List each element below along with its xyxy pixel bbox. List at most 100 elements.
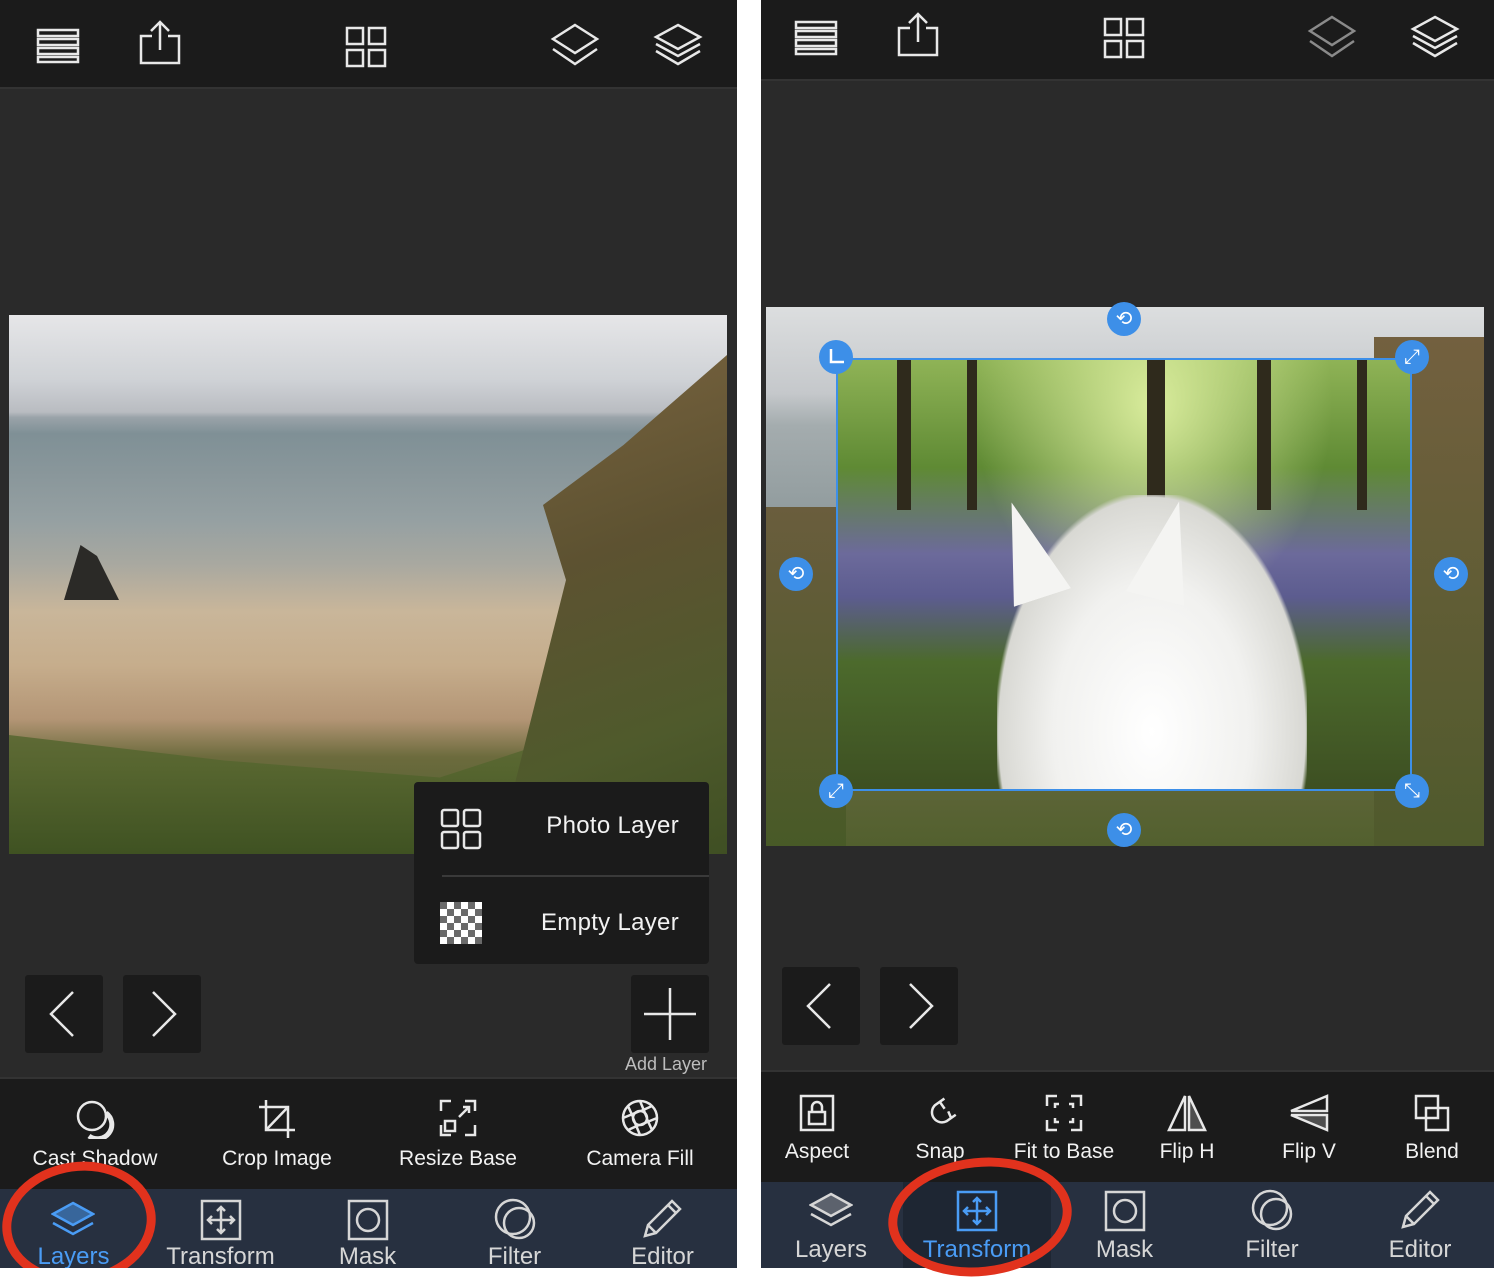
crop-icon (259, 1100, 295, 1138)
flip-v-label: Flip V (1282, 1140, 1336, 1163)
tab-label: Filter (1245, 1236, 1299, 1263)
plus-icon (644, 988, 696, 1040)
cast-shadow-icon (76, 1100, 115, 1139)
checkerboard-icon (440, 902, 482, 944)
rotate-handle-right[interactable]: ⟲ (1434, 557, 1468, 591)
base-photo-beach[interactable] (9, 315, 727, 854)
resize-handle-top-right[interactable]: ⤢ (1395, 340, 1429, 374)
tab-label: Transform (166, 1243, 275, 1268)
cast-shadow-tool[interactable]: Cast Shadow (10, 1097, 180, 1177)
filter-icon (494, 1198, 536, 1240)
chevron-left-icon (49, 991, 74, 1037)
photo-cliff (497, 355, 727, 854)
aspect-label: Aspect (784, 1140, 850, 1163)
tab-filter[interactable]: Filter (1198, 1182, 1346, 1268)
tab-label: Mask (338, 1243, 397, 1268)
left-screen: Photo Layer Empty Layer Add Layer Cast S… (0, 0, 737, 1268)
flip-h-icon (1167, 1095, 1207, 1132)
previous-button[interactable] (25, 975, 103, 1053)
tab-label: Editor (631, 1243, 694, 1268)
tab-label: Layers (794, 1236, 868, 1263)
flip-h-label: Flip H (1159, 1140, 1215, 1163)
photo-layer-label: Photo Layer (546, 812, 679, 839)
pencil-icon (1401, 1190, 1440, 1229)
flip-v-icon (1290, 1094, 1329, 1132)
add-layer-menu: Photo Layer Empty Layer (414, 782, 709, 964)
add-layer-label: Add Layer (625, 1054, 708, 1074)
magnet-icon (930, 1097, 957, 1124)
layers-stack-icon[interactable] (1410, 14, 1460, 60)
layer-single-icon[interactable] (1307, 14, 1357, 60)
aspect-tool[interactable]: Aspect (761, 1092, 873, 1172)
bottom-tab-bar: Layers Transform Mask Filter Editor (761, 1182, 1494, 1268)
blend-tool[interactable]: Blend (1376, 1092, 1488, 1172)
tab-editor[interactable]: Editor (1346, 1182, 1494, 1268)
share-icon[interactable] (138, 20, 182, 66)
rotate-handle-top[interactable]: ⟲ (1107, 302, 1141, 336)
empty-layer-label: Empty Layer (540, 909, 679, 936)
previous-button[interactable] (782, 967, 860, 1045)
tab-layers[interactable]: Layers (0, 1189, 147, 1268)
next-button[interactable] (880, 967, 958, 1045)
resize-base-label: Resize Base (399, 1147, 517, 1170)
fit-to-base-tool[interactable]: Fit to Base (1001, 1092, 1127, 1172)
chevron-right-icon (152, 991, 177, 1037)
add-layer-button[interactable] (631, 975, 709, 1053)
pencil-icon (643, 1199, 682, 1238)
photo-layer-option[interactable]: Photo Layer (414, 782, 709, 873)
layers-stack-icon[interactable] (653, 22, 703, 68)
rotate-handle-bottom[interactable]: ⟲ (1107, 813, 1141, 847)
list-icon[interactable] (794, 20, 838, 56)
grid-icon[interactable] (1103, 17, 1145, 59)
layers-icon (51, 1201, 95, 1236)
tab-label: Transform (922, 1236, 1032, 1263)
lock-icon (799, 1094, 835, 1132)
photo-rock (64, 545, 119, 600)
tab-layers[interactable]: Layers (761, 1182, 901, 1268)
layers-icon (809, 1192, 853, 1227)
resize-base-icon (439, 1099, 477, 1137)
resize-handle-bottom-right[interactable]: ⤡ (1395, 774, 1429, 808)
cast-shadow-label: Cast Shadow (32, 1147, 158, 1170)
tab-filter[interactable]: Filter (441, 1189, 588, 1268)
aperture-icon (621, 1099, 659, 1137)
layer-tools-bar: Cast Shadow Crop Image Resize Base Camer… (0, 1077, 737, 1191)
rotate-handle-left[interactable]: ⟲ (779, 557, 813, 591)
crop-image-tool[interactable]: Crop Image (192, 1097, 362, 1177)
tab-label: Layers (37, 1243, 110, 1268)
tab-label: Editor (1388, 1236, 1452, 1263)
chevron-right-icon (909, 983, 934, 1029)
transform-icon (200, 1199, 242, 1241)
blend-icon (1414, 1094, 1450, 1132)
filter-icon (1251, 1189, 1293, 1231)
transform-tools-bar: Aspect Snap Fit to Base Flip H Flip V Bl… (761, 1070, 1494, 1184)
tab-mask[interactable]: Mask (294, 1189, 441, 1268)
tab-label: Filter (487, 1243, 542, 1268)
next-button[interactable] (123, 975, 201, 1053)
tab-label: Mask (1095, 1236, 1154, 1263)
layer-single-icon[interactable] (550, 22, 600, 68)
corner-rotate-handle[interactable] (819, 340, 853, 374)
share-icon[interactable] (896, 12, 940, 58)
transform-icon (956, 1190, 998, 1232)
blend-label: Blend (1405, 1140, 1459, 1163)
flip-h-tool[interactable]: Flip H (1131, 1092, 1243, 1172)
tab-transform[interactable]: Transform (903, 1182, 1051, 1268)
camera-fill-label: Camera Fill (586, 1147, 694, 1170)
crop-image-label: Crop Image (222, 1147, 332, 1170)
bottom-tab-bar: Layers Transform Mask Filter Editor (0, 1189, 737, 1268)
grid-icon[interactable] (345, 26, 387, 68)
camera-fill-tool[interactable]: Camera Fill (555, 1097, 725, 1177)
tab-editor[interactable]: Editor (588, 1189, 737, 1268)
list-icon[interactable] (36, 28, 80, 64)
fit-to-base-label: Fit to Base (1013, 1140, 1115, 1163)
layer-selection-box[interactable] (836, 358, 1412, 791)
flip-v-tool[interactable]: Flip V (1253, 1092, 1365, 1172)
snap-tool[interactable]: Snap (884, 1092, 996, 1172)
resize-handle-bottom-left[interactable]: ⤢ (819, 774, 853, 808)
tab-mask[interactable]: Mask (1051, 1182, 1198, 1268)
tab-transform[interactable]: Transform (147, 1189, 294, 1268)
grid-icon (440, 808, 482, 850)
mask-icon (1104, 1190, 1146, 1232)
resize-base-tool[interactable]: Resize Base (373, 1097, 543, 1177)
